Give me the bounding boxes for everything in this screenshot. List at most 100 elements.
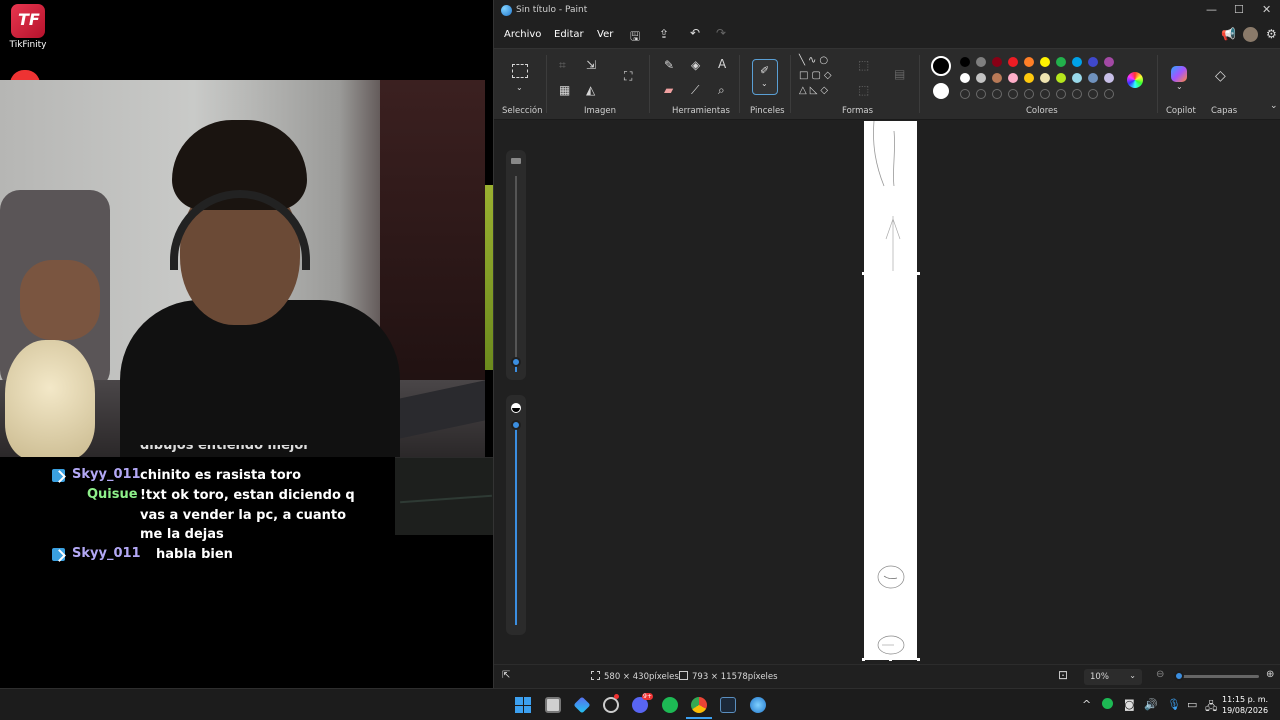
paint-taskbar-icon[interactable] [750,697,766,713]
copilot-icon[interactable] [1171,66,1187,82]
color-swatch[interactable] [1056,57,1066,67]
text-icon[interactable]: A [718,57,726,71]
color-swatch[interactable] [1008,73,1018,83]
color-swatch[interactable] [1024,57,1034,67]
color-swatch[interactable] [1056,89,1066,99]
share-icon[interactable]: ⇪ [659,27,669,41]
volume-icon[interactable]: 🔊 [1144,698,1158,711]
eraser-icon[interactable]: ▰ [664,83,673,97]
microphone-icon[interactable]: 🎙 [1167,698,1181,711]
crop-icon[interactable]: ⌗ [559,58,566,73]
chrome-icon[interactable] [691,697,707,713]
settings-gear-icon[interactable]: ⚙ [1266,27,1277,41]
zoom-select[interactable]: 10% ⌄ [1084,669,1142,685]
color-swatch[interactable] [976,57,986,67]
drawing-canvas[interactable] [864,121,917,660]
color-swatch[interactable] [1040,57,1050,67]
secondary-color-swatch[interactable] [933,83,949,99]
task-view-icon[interactable] [545,697,561,713]
select-image-icon[interactable]: ▦ [559,83,570,97]
obs-icon[interactable] [603,697,619,713]
color-swatch[interactable] [1024,89,1034,99]
zoom-slider-knob[interactable] [1174,671,1184,681]
color-swatch[interactable] [1008,89,1018,99]
zoom-in-icon[interactable]: ⊕ [1266,669,1274,680]
redo-icon[interactable]: ↷ [716,26,726,40]
shape-options-icon[interactable]: ▤ [894,67,905,81]
spotify-tray-icon[interactable] [1102,698,1113,709]
undo-icon[interactable]: ↶ [690,26,700,40]
tikfinity-shortcut[interactable]: TF TikFinity [8,4,48,50]
clock[interactable]: 11:15 p. m. 19/08/2026 [1222,694,1268,716]
magnifier-icon[interactable]: ⌕ [718,83,725,98]
tray-overflow-icon[interactable]: ^ [1082,698,1091,711]
color-picker-icon[interactable]: ⟋ [691,83,699,98]
cat-image [5,340,95,457]
minimize-icon[interactable]: — [1206,3,1217,16]
rotate-icon[interactable]: ◭ [586,83,595,97]
profile-avatar[interactable] [1243,27,1258,42]
shapes-gallery-row2[interactable]: □▢◇ [799,70,835,81]
opacity-slider[interactable] [506,395,526,635]
color-swatch[interactable] [1056,73,1066,83]
fill-icon[interactable]: ⬚ [858,83,869,97]
shapes-gallery[interactable]: ╲∿○ [799,55,831,66]
color-swatch[interactable] [960,57,970,67]
color-swatch[interactable] [960,73,970,83]
brush-size-slider[interactable] [506,150,526,380]
remove-background-icon[interactable]: ⛶ [624,69,632,84]
primary-color-swatch[interactable] [931,56,951,76]
chevron-down-icon[interactable]: ⌄ [516,83,523,92]
color-swatch[interactable] [1008,57,1018,67]
zoom-out-icon[interactable]: ⊖ [1156,669,1164,680]
menu-editar[interactable]: Editar [554,29,584,40]
brushes-button[interactable]: ✐ ⌄ [752,59,778,95]
color-swatch[interactable] [1104,57,1114,67]
color-swatch[interactable] [960,89,970,99]
layers-icon[interactable]: ◇ [1215,68,1226,84]
color-wheel-icon[interactable] [1127,72,1143,88]
pencil-icon[interactable]: ✎ [664,58,674,72]
shapes-gallery-row3[interactable]: △◺◇ [799,85,831,96]
resize-icon[interactable]: ⇲ [586,58,596,72]
outline-icon[interactable]: ⬚ [858,58,869,72]
color-swatch[interactable] [1024,73,1034,83]
menu-archivo[interactable]: Archivo [504,29,541,40]
color-swatch[interactable] [1040,73,1050,83]
color-swatch[interactable] [976,89,986,99]
status-bar: ⇱ 580 × 430píxeles 793 × 11578píxeles ⊡ … [494,664,1280,688]
app-icon[interactable] [573,696,591,714]
megaphone-icon[interactable]: 📢 [1221,27,1236,41]
color-swatch[interactable] [1088,57,1098,67]
brush-size-knob[interactable] [511,357,521,368]
network-icon[interactable]: 🖧 [1205,698,1217,717]
opacity-knob[interactable] [511,420,521,430]
color-swatch[interactable] [1072,57,1082,67]
color-swatch[interactable] [1072,89,1082,99]
color-swatch[interactable] [992,89,1002,99]
windows-start-icon[interactable] [515,697,531,713]
fill-bucket-icon[interactable]: ◈ [691,58,700,72]
discord-tray-icon[interactable]: ◙ [1124,698,1135,711]
zoom-slider[interactable] [1177,675,1259,678]
fit-to-window-icon[interactable]: ⊡ [1058,668,1068,682]
color-swatch[interactable] [976,73,986,83]
maximize-icon[interactable]: ☐ [1234,3,1244,16]
close-icon[interactable]: ✕ [1262,3,1271,16]
color-swatch[interactable] [992,57,1002,67]
display-icon[interactable]: ▭ [1187,698,1197,711]
color-swatch[interactable] [1104,73,1114,83]
color-swatch[interactable] [1104,89,1114,99]
color-swatch[interactable] [1088,73,1098,83]
menu-ver[interactable]: Ver [597,29,613,40]
selection-rect-icon[interactable] [512,64,528,78]
color-swatch[interactable] [1088,89,1098,99]
color-swatch[interactable] [992,73,1002,83]
save-icon[interactable]: 🖫 [630,27,640,48]
color-swatch[interactable] [1072,73,1082,83]
spotify-icon[interactable] [662,697,678,713]
ribbon-expand-icon[interactable]: ⌄ [1270,101,1278,111]
color-swatch[interactable] [1040,89,1050,99]
chevron-down-icon[interactable]: ⌄ [1176,82,1183,91]
steam-icon[interactable] [720,697,736,713]
